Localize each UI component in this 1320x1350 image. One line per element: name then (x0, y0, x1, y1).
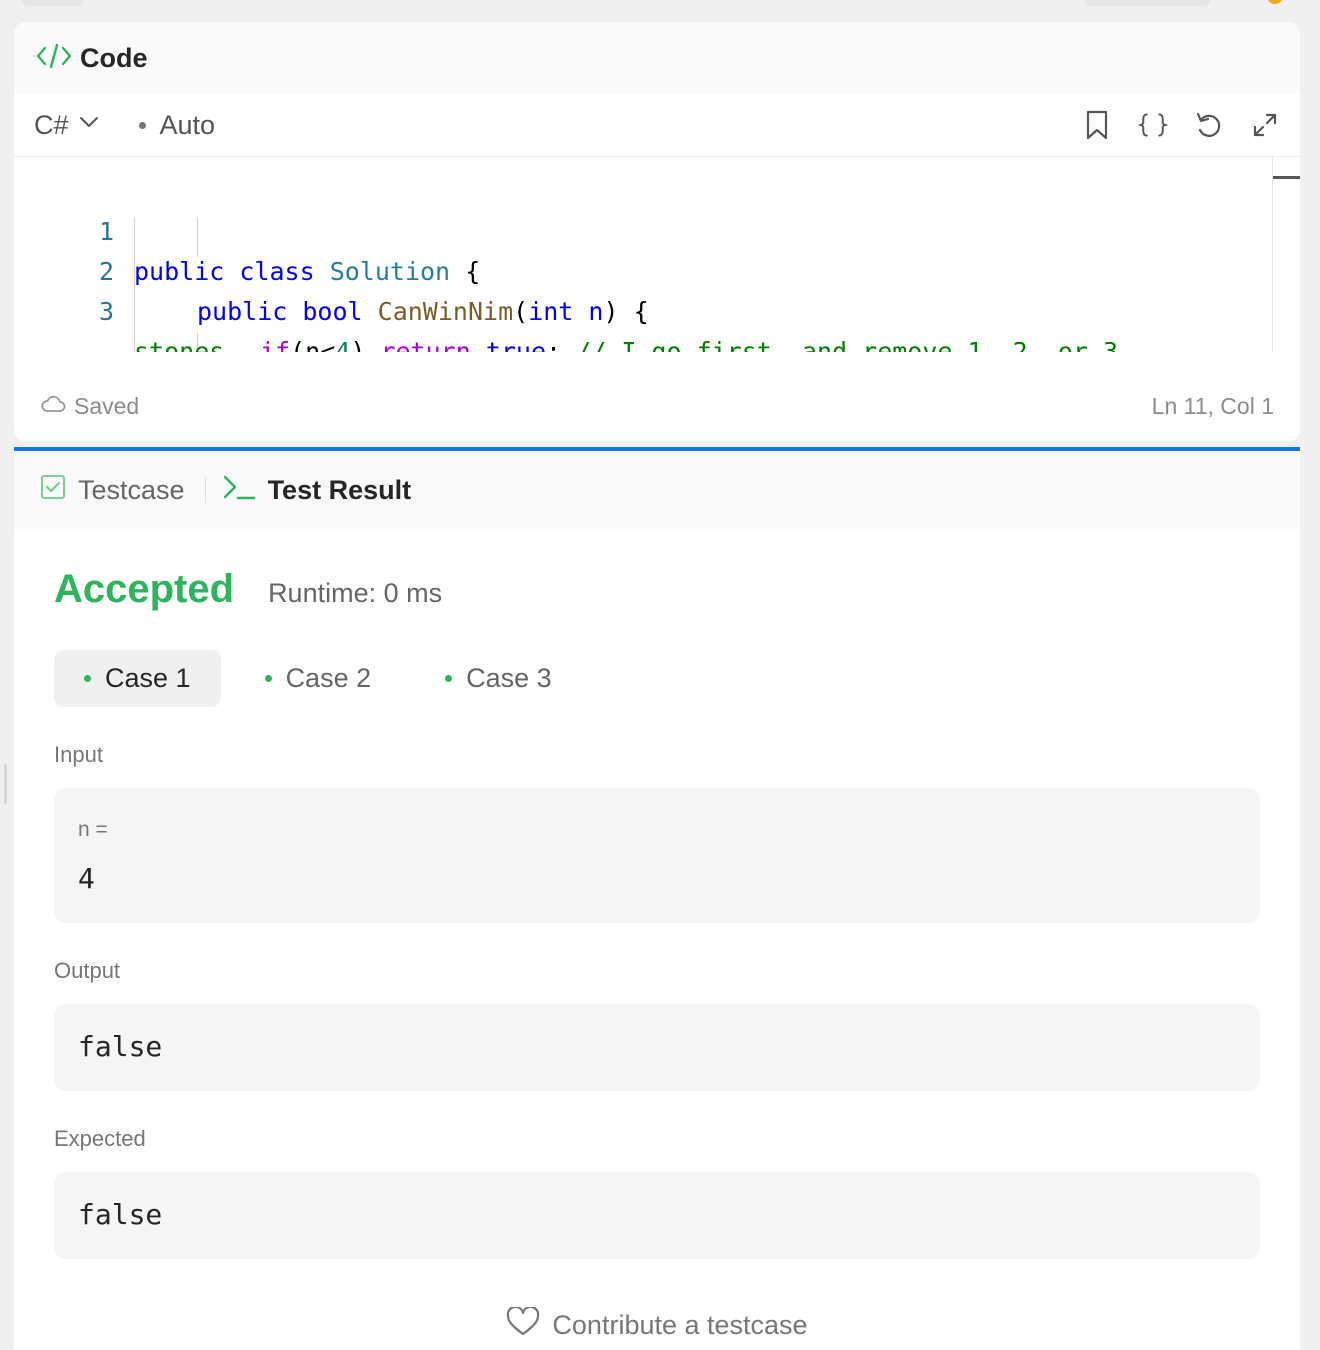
cloud-icon (40, 393, 66, 420)
mode-bullet (138, 121, 146, 129)
pass-dot (84, 675, 91, 682)
result-status: Accepted Runtime: 0 ms (54, 567, 442, 612)
input-label: Input (54, 742, 103, 767)
input-var-name: n = (78, 818, 108, 841)
code-line: 4 (14, 332, 104, 352)
code-panel-header: Code (14, 22, 1300, 94)
language-select[interactable]: C# (34, 110, 101, 141)
heart-icon (506, 1305, 540, 1344)
mode-label: Auto (159, 109, 216, 140)
tab-testcase[interactable]: Testcase (40, 474, 185, 507)
bookmark-icon[interactable] (1082, 110, 1112, 140)
tab-label: Testcase (78, 474, 185, 505)
undo-icon[interactable] (1194, 110, 1224, 140)
editor-scrollbar[interactable] (1272, 157, 1273, 352)
code-line: 3 if(n<4) return true; // I go first, an… (14, 252, 1118, 352)
notification-dot (1268, 0, 1282, 4)
scroll-thumb[interactable] (1273, 176, 1300, 179)
verdict-label: Accepted (54, 567, 235, 611)
left-resize-handle[interactable] (4, 764, 7, 804)
result-tabs: Testcase Test Result (14, 451, 1300, 529)
contribute-label: Contribute a testcase (552, 1310, 808, 1340)
editor-toolbar: C# Auto (14, 94, 1300, 157)
editor-status-bar: Saved Ln 11, Col 1 (14, 370, 1300, 442)
case-tab-1[interactable]: Case 1 (54, 650, 221, 707)
case-tabs: Case 1 Case 2 Case 3 (54, 650, 596, 707)
runtime-label: Runtime: 0 ms (268, 578, 443, 608)
result-panel: Testcase Test Result Accepted Runtime: 0… (14, 451, 1300, 1350)
language-label: C# (34, 109, 69, 140)
tab-label: Test Result (267, 474, 412, 505)
contribute-testcase-button[interactable]: Contribute a testcase (54, 1305, 1260, 1344)
terminal-icon (222, 473, 256, 508)
top-button-stub (1084, 0, 1210, 6)
expand-icon[interactable] (1250, 110, 1280, 140)
top-tab-stub (22, 0, 84, 6)
tab-test-result[interactable]: Test Result (222, 473, 412, 508)
output-label: Output (54, 958, 121, 983)
case-label: Case 1 (105, 663, 191, 693)
panel-title: Code (80, 42, 148, 73)
pass-dot (264, 675, 272, 682)
editor-mode-select[interactable]: Auto (138, 109, 216, 141)
code-icon (36, 41, 72, 76)
top-strip (0, 0, 1320, 22)
input-box: n = 4 (54, 788, 1260, 923)
checkbox-icon (40, 474, 66, 507)
code-line: 2 public bool CanWinNim(int n) { (14, 212, 649, 326)
case-tab-2[interactable]: Case 2 (235, 650, 402, 707)
tab-separator (204, 477, 206, 503)
chevron-down-icon (77, 110, 101, 141)
code-editor[interactable]: 1 public class Solution { 2 public bool … (14, 157, 1300, 352)
expected-label: Expected (54, 1126, 146, 1151)
indent-guide (197, 217, 198, 257)
code-panel: Code C# Auto 1 public class Solution {2… (14, 22, 1300, 442)
case-tab-3[interactable]: Case 3 (415, 650, 582, 707)
output-value: false (78, 1030, 163, 1063)
case-label: Case 2 (285, 663, 372, 693)
expected-box: false (54, 1172, 1260, 1259)
output-box: false (54, 1004, 1260, 1091)
save-status: Saved (40, 393, 139, 420)
case-label: Case 3 (466, 663, 552, 693)
expected-value: false (78, 1198, 163, 1231)
pass-dot (445, 675, 453, 682)
cursor-position: Ln 11, Col 1 (1151, 392, 1274, 419)
saved-label: Saved (74, 392, 140, 419)
code-line-wrap: stones. (134, 337, 240, 352)
braces-icon[interactable] (1138, 110, 1168, 140)
code-line: 1 public class Solution { (14, 172, 480, 286)
input-value: 4 (78, 862, 95, 895)
